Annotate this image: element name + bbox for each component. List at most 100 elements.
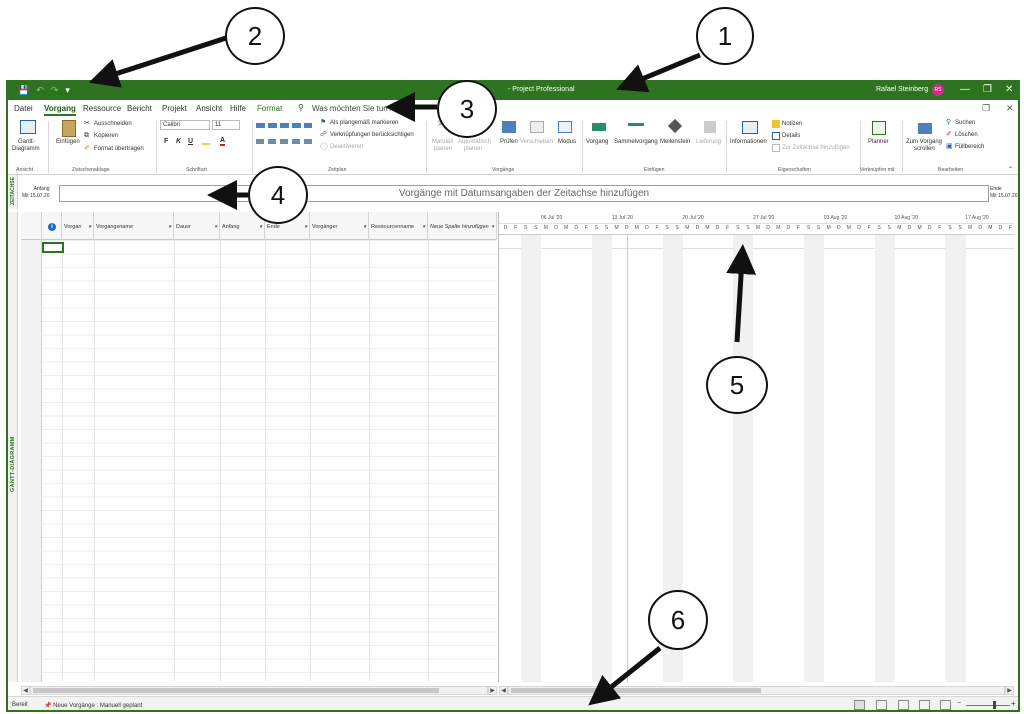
scrollbar-thumb[interactable] xyxy=(511,688,761,693)
team-planner-icon[interactable] xyxy=(898,700,909,710)
column-header-predecessors[interactable]: Vorgänger ▾ xyxy=(310,212,369,240)
paste-button[interactable]: Einfügen xyxy=(56,139,80,146)
group-label-insert: Einfügen xyxy=(644,167,665,173)
planner-button[interactable]: Planner xyxy=(868,139,889,146)
dropdown-icon: ▾ xyxy=(168,224,171,230)
undo-icon[interactable]: ↶ xyxy=(36,85,44,96)
user-name[interactable]: Rafael Steinberg xyxy=(876,86,928,93)
fill-button[interactable]: Füllbereich xyxy=(955,144,984,151)
underline-button[interactable]: U xyxy=(188,138,193,145)
tell-me-search[interactable]: Was möchten Sie tun? xyxy=(312,104,392,113)
timeline-bar[interactable]: Vorgänge mit Datumsangaben der Zeitachse… xyxy=(59,185,989,202)
mark-on-track-button[interactable]: Als plangemäß markieren xyxy=(330,120,398,127)
column-header-duration[interactable]: Dauer ▾ xyxy=(174,212,220,240)
column-header-name[interactable]: Vorgangsname ▾ xyxy=(94,212,174,240)
column-header-mode[interactable]: Vorgan ▾ xyxy=(62,212,94,240)
gantt-button-line2[interactable]: Diagramm xyxy=(12,146,40,153)
tab-hilfe[interactable]: Hilfe xyxy=(230,104,246,113)
new-tasks-mode[interactable]: 📌 Neue Vorgänge : Manuell geplant xyxy=(44,702,142,709)
task-rows[interactable] xyxy=(21,240,497,682)
tab-vorgang[interactable]: Vorgang xyxy=(44,104,76,116)
timescale-day: D xyxy=(645,225,649,231)
timescale-day: D xyxy=(715,225,720,231)
scroll-to-task-line2[interactable]: scrollen xyxy=(914,146,935,153)
zoom-slider[interactable] xyxy=(966,705,1010,706)
column-divider xyxy=(174,240,175,682)
tab-projekt[interactable]: Projekt xyxy=(162,104,187,113)
italic-button[interactable]: K xyxy=(176,138,181,145)
font-size-select[interactable]: 11 xyxy=(212,120,240,130)
column-header-resources[interactable]: Ressourcenname ▾ xyxy=(369,212,428,240)
gantt-chart[interactable]: 06 Jul '20 13 Jul '20 20 Jul '20 27 Jul '20… xyxy=(498,212,1014,682)
chart-horizontal-scrollbar[interactable] xyxy=(508,686,1005,695)
format-painter-button[interactable]: Format übertragen xyxy=(94,146,144,153)
table-scroll-right-button[interactable]: ▶ xyxy=(488,686,497,695)
auto-schedule-line2[interactable]: planen xyxy=(464,146,482,153)
select-all-cell[interactable] xyxy=(21,212,42,240)
column-mode-label: Vorgan xyxy=(64,224,82,230)
indent-link-icons[interactable] xyxy=(256,139,312,144)
report-icon[interactable] xyxy=(940,700,951,710)
scrollbar-thumb[interactable] xyxy=(33,688,439,693)
tab-format[interactable]: Format xyxy=(257,104,282,113)
zoom-slider-thumb[interactable] xyxy=(993,701,996,709)
gantt-view-icon[interactable] xyxy=(854,700,865,710)
highlight-icon[interactable] xyxy=(202,139,210,145)
insert-task-button[interactable]: Vorgang xyxy=(586,139,608,146)
ribbon-restore-icon[interactable]: ❐ xyxy=(982,103,990,114)
cut-button[interactable]: Ausschneiden xyxy=(94,121,132,128)
copy-button[interactable]: Kopieren xyxy=(94,133,118,140)
selected-cell[interactable] xyxy=(42,242,64,253)
save-icon[interactable]: 💾 xyxy=(18,85,29,96)
tab-ressource[interactable]: Ressource xyxy=(83,104,121,113)
auto-schedule-line1[interactable]: Automatisch xyxy=(458,139,491,146)
tab-bericht[interactable]: Bericht xyxy=(127,104,152,113)
percent-complete-icons[interactable] xyxy=(256,123,312,128)
timescale-day: D xyxy=(836,225,841,231)
manual-schedule-line1[interactable]: Manuell xyxy=(432,139,453,146)
tab-datei[interactable]: Datei xyxy=(14,104,33,113)
zoom-in-icon[interactable]: + xyxy=(1011,699,1016,708)
respect-links-button[interactable]: Verknüpfungen berücksichtigen xyxy=(330,132,414,139)
screenshot-stage: 💾 ↶ ↷ ▾ - Project Professional Rafael St… xyxy=(0,0,1024,714)
avatar[interactable]: RS xyxy=(932,84,944,96)
font-color-icon[interactable]: A xyxy=(220,137,226,146)
notes-button[interactable]: Notizen xyxy=(782,121,802,128)
redo-icon[interactable]: ↷ xyxy=(51,85,59,96)
scroll-to-task-line1[interactable]: Zum Vorgang xyxy=(906,139,942,146)
column-header-add-new[interactable]: Neue Spalte hinzufügen ▾ xyxy=(428,212,497,240)
information-button[interactable]: Informationen xyxy=(730,139,767,146)
task-usage-icon[interactable] xyxy=(876,700,887,710)
find-button[interactable]: Suchen xyxy=(955,120,975,127)
collapse-ribbon-icon[interactable]: ⌃ xyxy=(1008,167,1013,174)
chart-scroll-left-button[interactable]: ◀ xyxy=(499,686,508,695)
gantt-chart-body[interactable] xyxy=(499,234,1014,682)
zoom-out-icon[interactable]: − xyxy=(957,700,961,707)
table-horizontal-scrollbar[interactable] xyxy=(30,686,488,695)
font-name-select[interactable]: Calibri xyxy=(160,120,210,130)
inactivate-button[interactable]: Deaktivieren xyxy=(330,144,363,151)
add-to-timeline-button[interactable]: Zur Zeitachse hinzufügen xyxy=(782,145,850,152)
customize-qat-icon[interactable]: ▾ xyxy=(65,85,70,96)
close-icon[interactable]: ✕ xyxy=(1005,84,1013,96)
details-button[interactable]: Details xyxy=(782,133,800,140)
table-scroll-left-button[interactable]: ◀ xyxy=(21,686,30,695)
resource-sheet-icon[interactable] xyxy=(919,700,930,710)
deliverable-button[interactable]: Lieferung xyxy=(696,139,721,146)
indicator-column-header[interactable]: i xyxy=(42,212,62,240)
move-button[interactable]: Verschieben xyxy=(520,139,553,146)
chart-scroll-right-button[interactable]: ▶ xyxy=(1005,686,1014,695)
tab-ansicht[interactable]: Ansicht xyxy=(196,104,222,113)
summary-task-button[interactable]: Sammelvorgang xyxy=(614,139,658,146)
gantt-button-line1[interactable]: Gantt- xyxy=(18,139,35,146)
clear-button[interactable]: Löschen xyxy=(955,132,978,139)
restore-icon[interactable]: ❐ xyxy=(983,84,992,96)
minimize-icon[interactable]: — xyxy=(960,84,970,96)
ribbon-close-icon[interactable]: ✕ xyxy=(1006,103,1014,114)
bold-button[interactable]: F xyxy=(164,138,168,145)
mode-button[interactable]: Modus xyxy=(558,139,576,146)
timescale-weeks: 06 Jul '20 13 Jul '20 20 Jul '20 27 Jul '20… xyxy=(499,212,1014,224)
inspect-button[interactable]: Prüfen xyxy=(500,139,518,146)
manual-schedule-line2[interactable]: planen xyxy=(434,146,452,153)
milestone-button[interactable]: Meilenstein xyxy=(660,139,690,146)
